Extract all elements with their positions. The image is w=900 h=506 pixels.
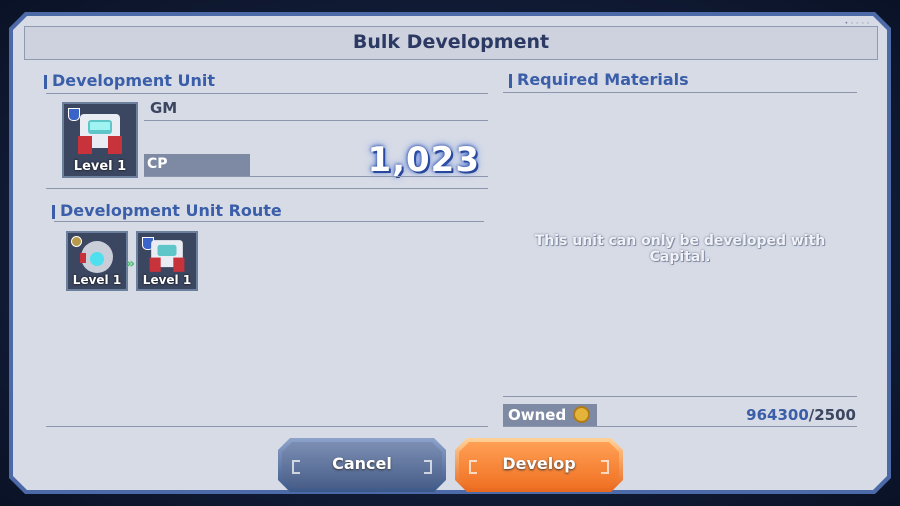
required-materials-heading: Required Materials bbox=[509, 70, 689, 89]
development-unit-card[interactable]: Level 1 bbox=[62, 102, 138, 178]
dialog-title: Bulk Development bbox=[352, 31, 550, 53]
gm-mech-icon bbox=[78, 114, 122, 154]
cancel-button-label: Cancel bbox=[332, 454, 392, 473]
route-unit-card[interactable]: Level 1 bbox=[136, 231, 198, 291]
owned-label: Owned bbox=[508, 406, 567, 424]
decorative-tag: • ◦ ◦ ◦ ◦ bbox=[844, 20, 870, 27]
unit-name: GM bbox=[150, 99, 178, 117]
development-unit-heading: Development Unit bbox=[44, 71, 215, 90]
required-value: /2500 bbox=[808, 406, 856, 424]
route-unit-card[interactable]: Level 1 bbox=[66, 231, 128, 291]
gm-mech-icon bbox=[149, 240, 185, 272]
divider bbox=[46, 93, 488, 94]
owned-amount: 964300/2500 bbox=[746, 406, 856, 424]
owned-value: 964300 bbox=[746, 406, 809, 424]
route-heading: Development Unit Route bbox=[52, 201, 282, 220]
route-unit-level: Level 1 bbox=[72, 273, 122, 287]
divider bbox=[144, 120, 488, 121]
capital-only-message: This unit can only be developed with Cap… bbox=[534, 233, 826, 265]
capital-coin-icon bbox=[573, 406, 590, 423]
chevron-right-icon: » bbox=[126, 256, 136, 272]
develop-button[interactable]: Develop bbox=[455, 438, 623, 492]
title-bar: Bulk Development bbox=[24, 26, 878, 60]
divider bbox=[54, 221, 484, 222]
divider bbox=[503, 396, 857, 397]
cp-value: 1,023 bbox=[367, 140, 480, 180]
cancel-button[interactable]: Cancel bbox=[278, 438, 446, 492]
divider bbox=[503, 92, 857, 93]
ball-pod-icon bbox=[80, 241, 113, 273]
divider bbox=[46, 188, 488, 189]
develop-button-label: Develop bbox=[502, 454, 576, 473]
divider bbox=[46, 426, 488, 427]
route-unit-level: Level 1 bbox=[142, 273, 192, 287]
cp-label: CP bbox=[147, 156, 168, 172]
divider bbox=[144, 176, 488, 177]
badge-icon bbox=[71, 236, 82, 247]
unit-level-label: Level 1 bbox=[73, 159, 127, 174]
divider bbox=[503, 426, 857, 427]
